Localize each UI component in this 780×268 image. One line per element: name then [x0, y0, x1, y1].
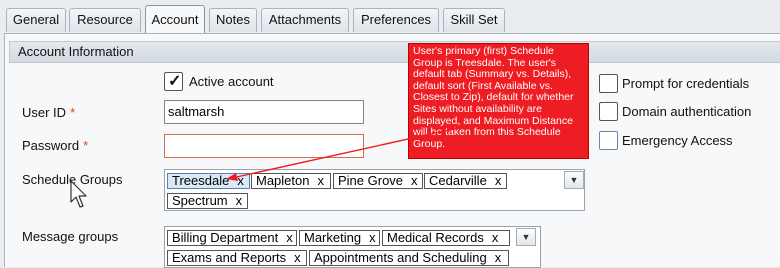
chip-label: Pine Grove [338, 173, 404, 188]
message-groups-dropdown-button[interactable]: ▼ [516, 228, 536, 246]
emergency-access-checkbox[interactable] [599, 131, 618, 150]
required-mark: * [70, 105, 76, 120]
chip-appointments-and-scheduling[interactable]: Appointments and Scheduling x [309, 250, 509, 266]
message-groups-label: Message groups [22, 229, 119, 244]
tab-general[interactable]: General [6, 8, 66, 32]
tab-notes[interactable]: Notes [209, 8, 257, 32]
tab-attachments[interactable]: Attachments [261, 8, 349, 32]
user-id-field[interactable]: saltmarsh [164, 100, 364, 124]
required-mark: * [83, 138, 89, 153]
chip-pine-grove[interactable]: Pine Grove x [333, 173, 423, 189]
section-header-account-information: Account Information [9, 41, 780, 63]
chip-treesdale[interactable]: Treesdale x [167, 173, 250, 189]
mouse-pointer-icon [70, 180, 87, 208]
chip-label: Marketing [304, 230, 362, 245]
prompt-for-credentials-checkbox[interactable] [599, 74, 618, 93]
chip-label: Medical Records [387, 230, 484, 245]
emergency-access-label: Emergency Access [622, 133, 733, 148]
prompt-for-credentials-label: Prompt for credentials [622, 76, 750, 91]
remove-chip-icon[interactable]: x [236, 193, 243, 208]
chevron-down-icon: ▼ [521, 232, 531, 242]
chip-label: Spectrum [172, 193, 228, 208]
tab-resource[interactable]: Resource [69, 8, 141, 32]
chip-cedarville[interactable]: Cedarville x [424, 173, 507, 189]
chip-marketing[interactable]: Marketing x [299, 230, 380, 246]
domain-authentication-label: Domain authentication [622, 104, 752, 119]
password-field[interactable] [164, 134, 364, 158]
tab-skill-set[interactable]: Skill Set [443, 8, 505, 32]
remove-chip-icon[interactable]: x [317, 173, 324, 188]
chip-label: Exams and Reports [172, 250, 287, 265]
chip-spectrum[interactable]: Spectrum x [167, 193, 248, 209]
remove-chip-icon[interactable]: x [237, 173, 244, 188]
remove-chip-icon[interactable]: x [492, 230, 499, 245]
active-account-label: Active account [189, 74, 274, 89]
chip-label: Mapleton [256, 173, 310, 188]
user-id-label-text: User ID [22, 105, 67, 120]
callout-note: User's primary (first) Schedule Group is… [408, 43, 589, 159]
password-label-text: Password [22, 138, 80, 153]
password-label: Password * [22, 138, 88, 153]
active-account-checkbox[interactable]: ✓ [164, 72, 183, 91]
remove-chip-icon[interactable]: x [286, 230, 293, 245]
remove-chip-icon[interactable]: x [495, 250, 502, 265]
chip-label: Treesdale [172, 173, 230, 188]
remove-chip-icon[interactable]: x [369, 230, 376, 245]
domain-authentication-checkbox[interactable] [599, 102, 618, 121]
remove-chip-icon[interactable]: x [294, 250, 301, 265]
schedule-groups-dropdown-button[interactable]: ▼ [564, 171, 584, 189]
chevron-down-icon: ▼ [569, 175, 579, 185]
tab-account[interactable]: Account [145, 5, 205, 35]
chip-label: Cedarville [429, 173, 487, 188]
chip-billing-department[interactable]: Billing Department x [167, 230, 297, 246]
chip-label: Billing Department [172, 230, 279, 245]
user-id-label: User ID * [22, 105, 75, 120]
tab-bar: General Resource Account Notes Attachmen… [0, 0, 780, 35]
chip-exams-and-reports[interactable]: Exams and Reports x [167, 250, 307, 266]
chip-mapleton[interactable]: Mapleton x [251, 173, 331, 189]
remove-chip-icon[interactable]: x [411, 173, 418, 188]
remove-chip-icon[interactable]: x [495, 173, 502, 188]
checkmark-icon: ✓ [168, 73, 182, 90]
chip-medical-records[interactable]: Medical Records x [382, 230, 510, 246]
chip-label: Appointments and Scheduling [314, 250, 487, 265]
tab-preferences[interactable]: Preferences [353, 8, 439, 32]
